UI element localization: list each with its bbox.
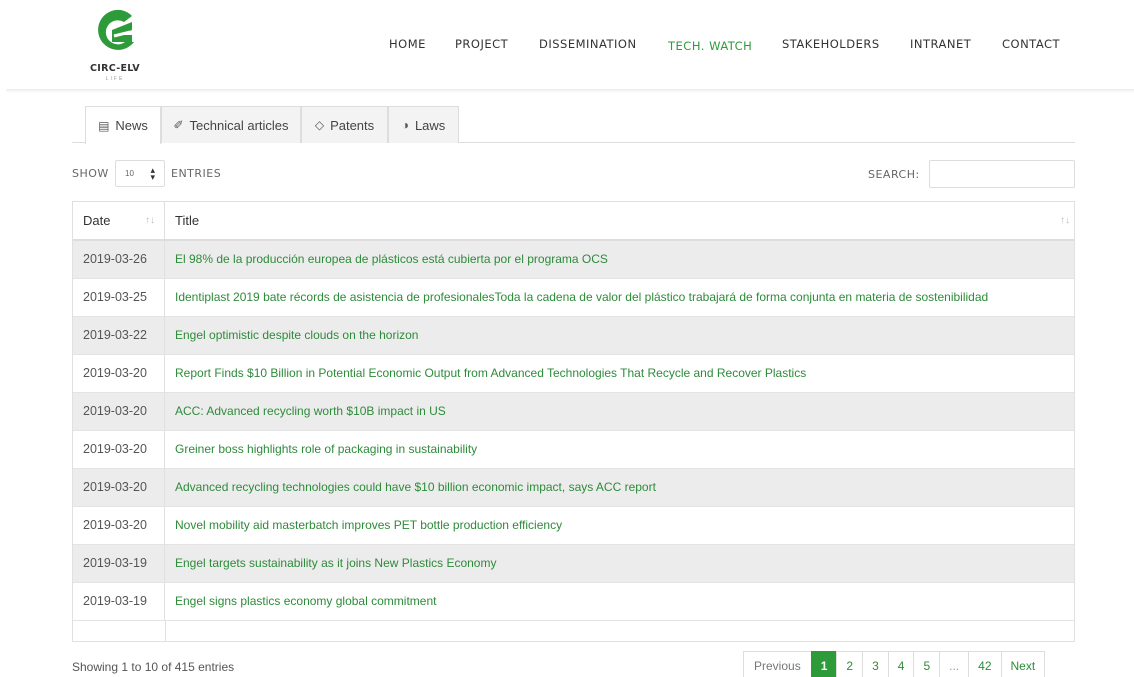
table-row: 2019-03-20 ACC: Advanced recycling worth … bbox=[73, 393, 1074, 431]
adjust-icon: ◑ bbox=[401, 118, 409, 132]
table-footer bbox=[73, 621, 1074, 641]
row-date: 2019-03-20 bbox=[73, 393, 165, 430]
tab-news[interactable]: ▤ News bbox=[85, 106, 161, 144]
nav-dissemination[interactable]: DISSEMINATION bbox=[539, 37, 637, 51]
site-header: CIRC-ELV LIFE HOME PROJECT DISSEMINATION… bbox=[0, 0, 1134, 90]
pagination: Previous 1 2 3 4 5 ... 42 Next bbox=[743, 651, 1046, 677]
pagination-page-5[interactable]: 5 bbox=[913, 651, 941, 677]
logo[interactable]: CIRC-ELV LIFE bbox=[84, 8, 146, 84]
sort-both-icon: ↑↓ bbox=[1060, 215, 1070, 226]
row-date: 2019-03-19 bbox=[73, 583, 165, 620]
table-row: 2019-03-22 Engel optimistic despite cloud… bbox=[73, 317, 1074, 355]
column-header-date[interactable]: Date ↑↓ bbox=[73, 202, 165, 239]
table-body: 2019-03-26 El 98% de la producción europe… bbox=[73, 241, 1074, 621]
pagination-page-1[interactable]: 1 bbox=[810, 651, 838, 677]
pagination-previous[interactable]: Previous bbox=[743, 651, 812, 677]
pagination-page-3[interactable]: 3 bbox=[862, 651, 889, 677]
table-row: 2019-03-19 Engel signs plastics economy g… bbox=[73, 583, 1074, 621]
table-row: 2019-03-25 Identiplast 2019 bate récords … bbox=[73, 279, 1074, 317]
pagination-page-4[interactable]: 4 bbox=[887, 651, 915, 677]
entries-select[interactable]: 10 ▴ ▾ bbox=[115, 160, 165, 187]
row-title-link[interactable]: Engel optimistic despite clouds on the h… bbox=[165, 317, 1074, 354]
select-arrows-icon: ▴ ▾ bbox=[150, 165, 155, 182]
row-title-link[interactable]: Novel mobility aid masterbatch improves … bbox=[165, 507, 1074, 544]
row-title-link[interactable]: Identiplast 2019 bate récords de asisten… bbox=[165, 279, 1074, 316]
row-title-link[interactable]: El 98% de la producción europea de plást… bbox=[165, 241, 1074, 278]
tab-laws-label: Laws bbox=[414, 117, 446, 133]
news-table: Date ↑↓ Title ↑↓ 2019-03-26 El 98% de la … bbox=[72, 201, 1075, 642]
show-label: SHOW bbox=[72, 167, 109, 180]
row-date: 2019-03-19 bbox=[73, 545, 165, 582]
tab-technical-articles-label: Technical articles bbox=[189, 117, 289, 133]
table-info: Showing 1 to 10 of 415 entries bbox=[72, 660, 235, 674]
search-label: SEARCH: bbox=[868, 168, 920, 181]
row-title-link[interactable]: Greiner boss highlights role of packagin… bbox=[165, 431, 1074, 468]
diamond-icon: ◇ bbox=[314, 118, 325, 132]
table-row: 2019-03-19 Engel targets sustainability a… bbox=[73, 545, 1074, 583]
search-input[interactable] bbox=[929, 160, 1075, 188]
row-title-link[interactable]: Advanced recycling technologies could ha… bbox=[165, 469, 1074, 506]
pagination-page-2[interactable]: 2 bbox=[836, 651, 864, 677]
row-date: 2019-03-22 bbox=[73, 317, 165, 354]
row-title-link[interactable]: Engel signs plastics economy global comm… bbox=[165, 583, 1074, 620]
row-date: 2019-03-26 bbox=[73, 241, 165, 278]
tab-patents[interactable]: ◇ Patents bbox=[301, 106, 388, 143]
column-divider bbox=[165, 621, 166, 641]
table-row: 2019-03-20 Advanced recycling technologie… bbox=[73, 469, 1074, 507]
entries-select-value: 10 bbox=[125, 169, 134, 178]
row-date: 2019-03-25 bbox=[73, 279, 165, 316]
logo-mark-icon bbox=[98, 9, 134, 50]
nav-stakeholders[interactable]: STAKEHOLDERS bbox=[782, 37, 880, 51]
column-header-title-label: Title bbox=[175, 213, 200, 228]
nav-tech-watch[interactable]: TECH. WATCH bbox=[668, 39, 752, 53]
column-header-date-label: Date bbox=[83, 213, 111, 228]
sort-desc-icon: ↑↓ bbox=[145, 215, 155, 226]
pagination-page-42[interactable]: 42 bbox=[968, 651, 1002, 677]
pagination-ellipsis: ... bbox=[939, 651, 970, 677]
row-date: 2019-03-20 bbox=[73, 469, 165, 506]
row-title-link[interactable]: ACC: Advanced recycling worth $10B impac… bbox=[165, 393, 1074, 430]
nav-intranet[interactable]: INTRANET bbox=[910, 37, 971, 51]
flask-icon: ✐ bbox=[173, 118, 184, 132]
newspaper-icon: ▤ bbox=[98, 118, 110, 133]
pagination-next[interactable]: Next bbox=[1000, 651, 1046, 677]
tab-bar: ▤ News ✐ Technical articles ◇ Patents ◑ … bbox=[72, 106, 1075, 144]
row-date: 2019-03-20 bbox=[73, 355, 165, 392]
table-header: Date ↑↓ Title ↑↓ bbox=[73, 202, 1074, 241]
entries-label: ENTRIES bbox=[171, 167, 222, 180]
nav-home[interactable]: HOME bbox=[389, 37, 426, 51]
table-row: 2019-03-20 Report Finds $10 Billion in Po… bbox=[73, 355, 1074, 393]
row-title-link[interactable]: Report Finds $10 Billion in Potential Ec… bbox=[165, 355, 1074, 392]
table-row: 2019-03-20 Greiner boss highlights role o… bbox=[73, 431, 1074, 469]
nav-project[interactable]: PROJECT bbox=[455, 37, 508, 51]
table-row: 2019-03-26 El 98% de la producción europe… bbox=[73, 241, 1074, 279]
tab-technical-articles[interactable]: ✐ Technical articles bbox=[161, 106, 301, 143]
tab-patents-label: Patents bbox=[330, 117, 375, 133]
tab-laws[interactable]: ◑ Laws bbox=[388, 106, 459, 143]
logo-subtext: LIFE bbox=[105, 76, 125, 82]
row-date: 2019-03-20 bbox=[73, 431, 165, 468]
nav-contact[interactable]: CONTACT bbox=[1002, 37, 1060, 51]
column-header-title[interactable]: Title ↑↓ bbox=[165, 202, 1074, 239]
row-title-link[interactable]: Engel targets sustainability as it joins… bbox=[165, 545, 1074, 582]
table-row: 2019-03-20 Novel mobility aid masterbatch… bbox=[73, 507, 1074, 545]
tab-news-label: News bbox=[115, 118, 148, 133]
header-shadow bbox=[6, 89, 1134, 93]
logo-text: CIRC-ELV bbox=[90, 63, 140, 74]
row-date: 2019-03-20 bbox=[73, 507, 165, 544]
